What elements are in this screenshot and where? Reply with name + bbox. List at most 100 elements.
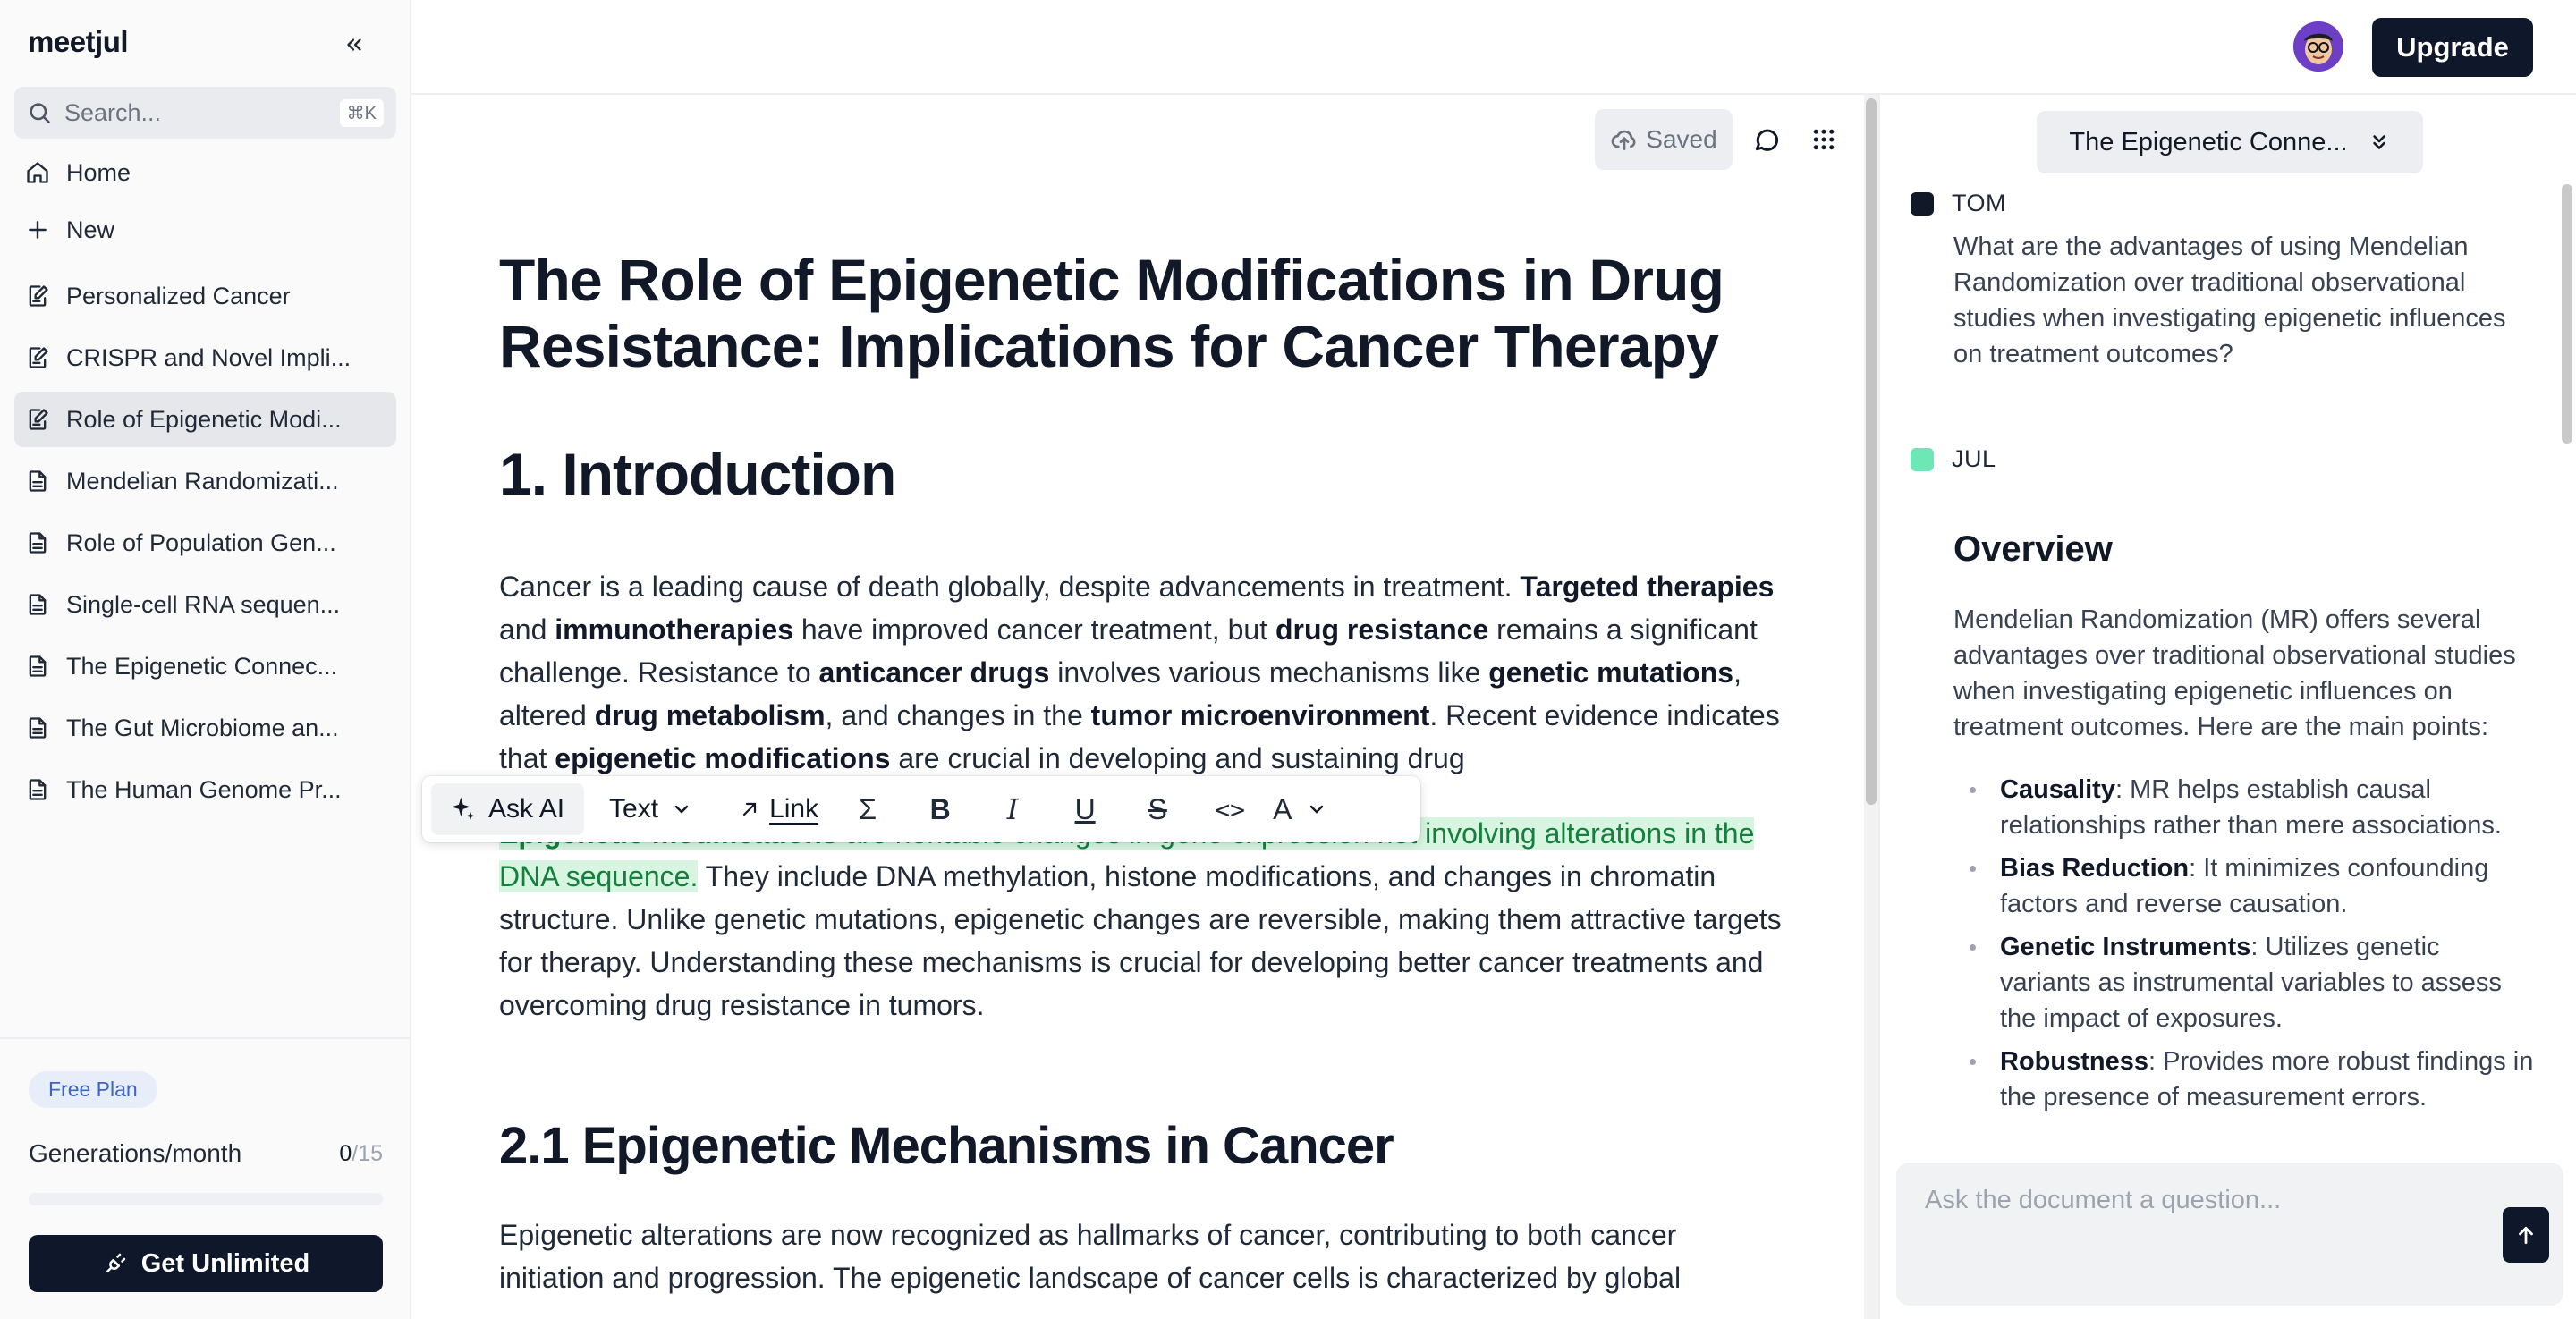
sidebar-doc-item[interactable]: Role of Population Gen... bbox=[14, 515, 396, 571]
answer-lead: Mendelian Randomization (MR) offers seve… bbox=[1953, 605, 2516, 741]
edit-doc-icon bbox=[23, 343, 52, 372]
sidebar-item-label: The Epigenetic Connec... bbox=[66, 652, 338, 680]
paragraph-epigenetic-definition[interactable]: Epigenetic modifications are heritable c… bbox=[499, 812, 1787, 1027]
sidebar-item-home[interactable]: Home bbox=[14, 145, 396, 200]
generations-count: 0/15 bbox=[339, 1141, 383, 1166]
sidebar-doc-item[interactable]: Mendelian Randomizati... bbox=[14, 453, 396, 509]
answer-point: Genetic Instruments: Utilizes genetic va… bbox=[1953, 929, 2535, 1036]
answer-points-list: Causality: MR helps establish causal rel… bbox=[1953, 772, 2535, 1115]
section-heading-mechanisms[interactable]: 2.1 Epigenetic Mechanisms in Cancer bbox=[499, 1116, 1787, 1176]
sidebar-doc-item[interactable]: The Human Genome Pr... bbox=[14, 762, 396, 817]
editor-scrollbar-thumb[interactable] bbox=[1866, 98, 1877, 805]
bot-color-swatch bbox=[1911, 447, 1934, 471]
double-chevron-left-icon bbox=[347, 38, 361, 51]
answer-point: Causality: MR helps establish causal rel… bbox=[1953, 772, 2535, 843]
sidebar-item-label: The Gut Microbiome an... bbox=[66, 714, 339, 741]
grid-icon bbox=[1813, 129, 1835, 150]
link-button[interactable]: Link bbox=[739, 794, 818, 824]
double-chevron-down-icon bbox=[2372, 135, 2385, 149]
sidebar-item-label: Role of Population Gen... bbox=[66, 528, 336, 556]
sidebar: meetjul Search... ⌘K Home New Personaliz… bbox=[0, 0, 411, 1319]
italic-button[interactable]: I bbox=[989, 786, 1036, 833]
answer-point: Bias Reduction: It minimizes confounding… bbox=[1953, 850, 2535, 922]
sidebar-doc-item[interactable]: Role of Epigenetic Modi... bbox=[14, 392, 396, 447]
search-input[interactable]: Search... ⌘K bbox=[14, 87, 396, 139]
cloud-upload-icon bbox=[1611, 130, 1636, 150]
answer-heading: Overview bbox=[1953, 529, 2113, 569]
search-shortcut: ⌘K bbox=[339, 98, 384, 127]
doc-icon bbox=[23, 590, 52, 619]
top-bar bbox=[411, 0, 2576, 95]
bot-answer: Overview Mendelian Randomization (MR) of… bbox=[1953, 529, 2535, 1122]
document-selector[interactable]: The Epigenetic Conne... bbox=[2037, 111, 2423, 173]
generations-label: Generations/month bbox=[29, 1139, 242, 1167]
apps-menu-button[interactable] bbox=[1801, 116, 1847, 163]
sidebar-doc-item[interactable]: The Gut Microbiome an... bbox=[14, 700, 396, 756]
edit-doc-icon bbox=[23, 282, 52, 310]
chevron-down-icon bbox=[1310, 805, 1324, 814]
collapse-sidebar-button[interactable] bbox=[336, 27, 372, 63]
code-button[interactable]: <> bbox=[1207, 786, 1253, 833]
get-unlimited-button[interactable]: Get Unlimited bbox=[29, 1235, 383, 1292]
search-placeholder: Search... bbox=[64, 98, 162, 126]
user-color-swatch bbox=[1911, 191, 1934, 216]
section-heading-introduction[interactable]: 1. Introduction bbox=[499, 440, 1787, 508]
document-title[interactable]: The Role of Epigenetic Modifications in … bbox=[499, 247, 1787, 379]
saved-status: Saved bbox=[1595, 109, 1733, 170]
sidebar-doc-item[interactable]: The Epigenetic Connec... bbox=[14, 638, 396, 694]
question-input[interactable]: Ask the document a question... bbox=[1896, 1163, 2563, 1306]
user-question: What are the advantages of using Mendeli… bbox=[1953, 233, 2506, 368]
paragraph-intro[interactable]: Cancer is a leading cause of death globa… bbox=[499, 565, 1787, 780]
bot-message-header: JUL bbox=[1911, 445, 1996, 473]
answer-point: Robustness: Provides more robust finding… bbox=[1953, 1044, 2535, 1115]
doc-icon bbox=[23, 652, 52, 681]
text-color-dropdown[interactable]: A bbox=[1273, 786, 1327, 833]
text-style-dropdown[interactable]: Text bbox=[609, 794, 692, 824]
sidebar-item-label: Home bbox=[66, 158, 131, 186]
doc-icon bbox=[23, 528, 52, 557]
ask-ai-button[interactable]: Ask AI bbox=[431, 783, 585, 835]
sidebar-item-label: Personalized Cancer bbox=[66, 282, 291, 309]
doc-icon bbox=[23, 467, 52, 495]
arrow-up-icon bbox=[2519, 1227, 2533, 1245]
avatar[interactable] bbox=[2293, 21, 2343, 72]
comments-button[interactable] bbox=[1743, 116, 1790, 163]
user-avatar-icon bbox=[2293, 21, 2343, 72]
chat-panel: The Epigenetic Conne... TOM What are the… bbox=[1878, 95, 2576, 1319]
question-input-placeholder: Ask the document a question... bbox=[1925, 1186, 2282, 1214]
chat-bubble-icon bbox=[1755, 129, 1779, 151]
chevron-down-icon bbox=[674, 805, 689, 814]
strikethrough-button[interactable]: S bbox=[1134, 786, 1181, 833]
document-editor[interactable]: Saved The Role of Epigenetic Modificatio… bbox=[413, 95, 1864, 1319]
sidebar-doc-item[interactable]: CRISPR and Novel Impli... bbox=[14, 330, 396, 385]
doc-icon bbox=[23, 775, 52, 804]
plan-panel: Free Plan Generations/month 0/15 Get Unl… bbox=[0, 1037, 411, 1319]
edit-doc-icon bbox=[23, 405, 52, 434]
upgrade-button[interactable]: Upgrade bbox=[2372, 18, 2533, 77]
send-button[interactable] bbox=[2503, 1207, 2549, 1263]
sidebar-item-label: CRISPR and Novel Impli... bbox=[66, 343, 352, 371]
underline-button[interactable]: U bbox=[1062, 786, 1108, 833]
doc-icon bbox=[23, 714, 52, 742]
math-button[interactable]: Σ bbox=[844, 786, 891, 833]
sidebar-item-label: Mendelian Randomizati... bbox=[66, 467, 339, 495]
plus-icon bbox=[29, 221, 47, 239]
sparkle-icon bbox=[451, 797, 475, 820]
sidebar-doc-item[interactable]: Personalized Cancer bbox=[14, 268, 396, 324]
chat-scrollbar-thumb[interactable] bbox=[2562, 184, 2572, 444]
editor-toolbar: Saved bbox=[1595, 109, 1847, 170]
plug-icon bbox=[106, 1253, 125, 1272]
sidebar-item-new[interactable]: New bbox=[14, 202, 396, 258]
document-content[interactable]: The Role of Epigenetic Modifications in … bbox=[499, 247, 1787, 1299]
sidebar-item-label: Role of Epigenetic Modi... bbox=[66, 405, 342, 433]
formatting-bubble-menu: Ask AI Text Link Σ B I U S <> A bbox=[422, 776, 1420, 842]
sidebar-item-label: New bbox=[66, 216, 115, 243]
arrow-up-right-icon bbox=[742, 802, 757, 816]
sidebar-doc-item[interactable]: Single-cell RNA sequen... bbox=[14, 577, 396, 632]
sidebar-item-label: The Human Genome Pr... bbox=[66, 775, 342, 803]
bold-button[interactable]: B bbox=[917, 786, 963, 833]
plan-badge: Free Plan bbox=[29, 1071, 157, 1108]
sidebar-item-label: Single-cell RNA sequen... bbox=[66, 590, 341, 618]
paragraph-mechanisms[interactable]: Epigenetic alterations are now recognize… bbox=[499, 1213, 1787, 1299]
brand-logo[interactable]: meetjul bbox=[28, 25, 129, 59]
